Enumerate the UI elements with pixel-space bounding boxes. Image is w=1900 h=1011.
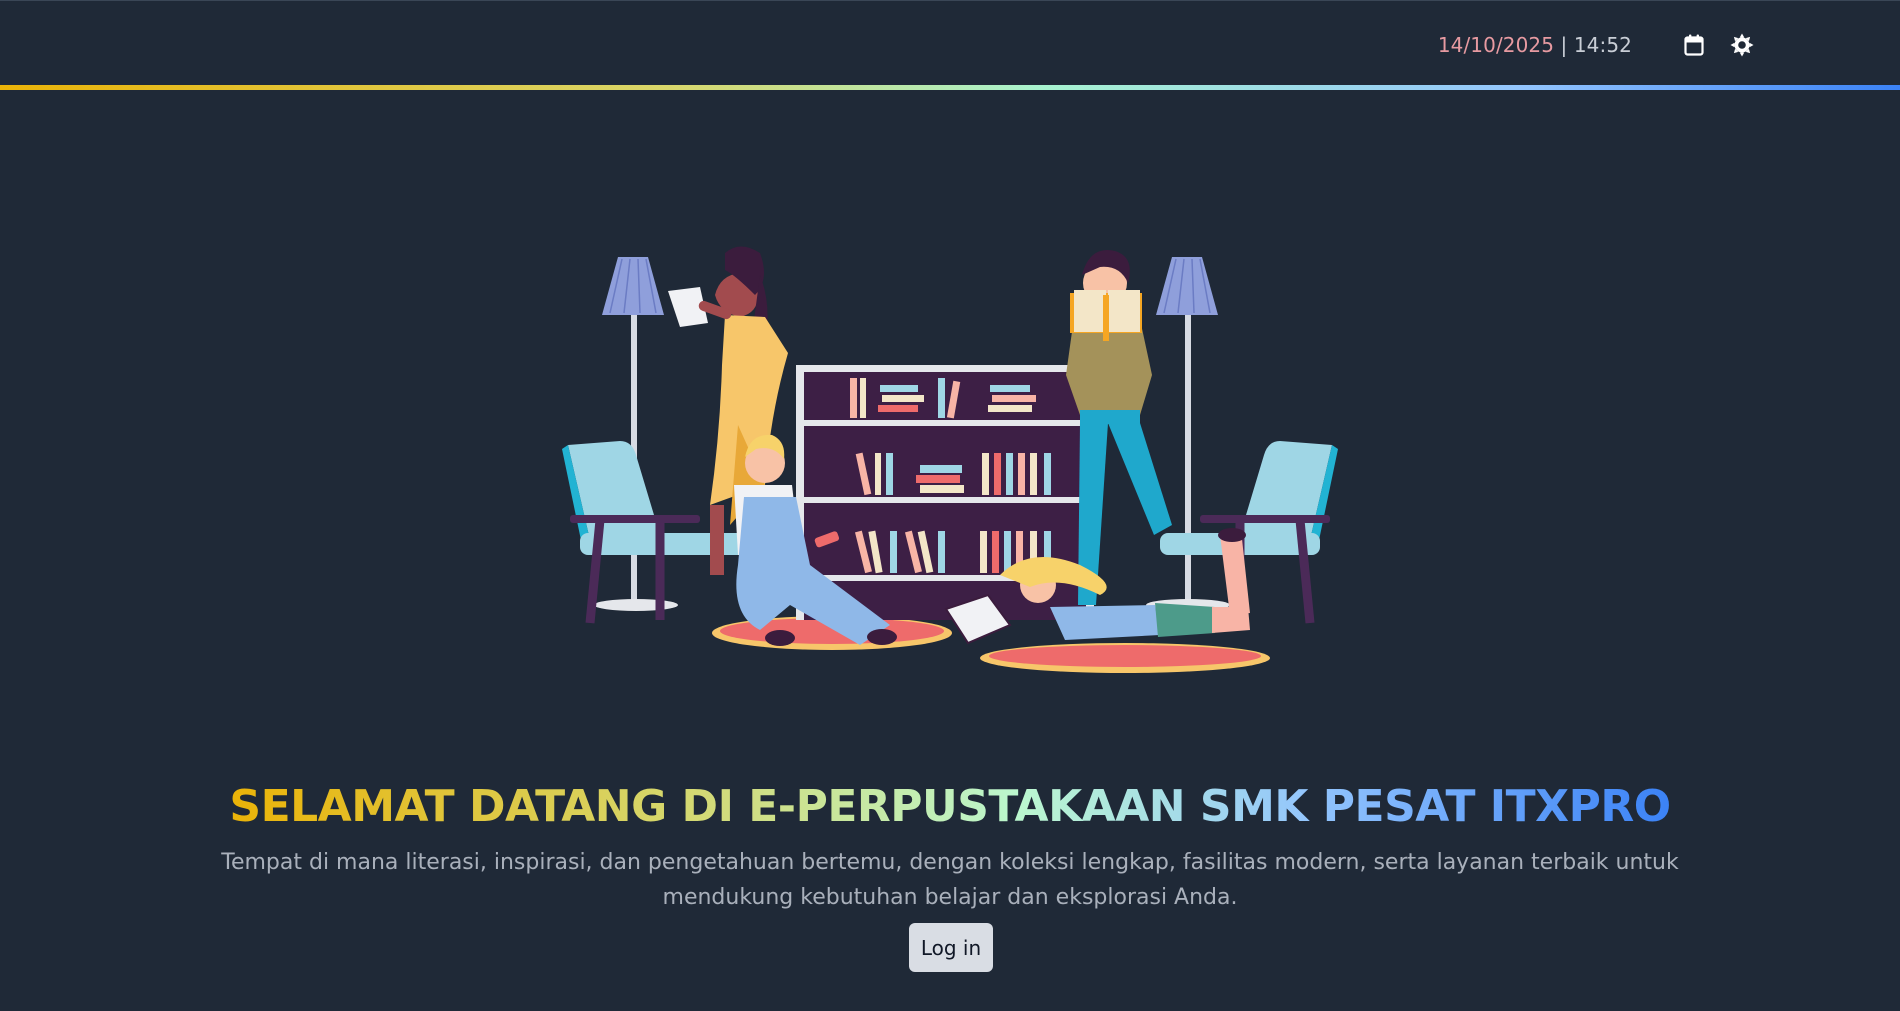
calendar-button[interactable] bbox=[1680, 31, 1708, 59]
theme-toggle-button[interactable] bbox=[1728, 31, 1756, 59]
datetime-separator: | bbox=[1554, 33, 1574, 57]
header-gradient-divider bbox=[0, 85, 1900, 90]
login-button[interactable]: Log in bbox=[909, 923, 993, 972]
top-navbar: 14/10/2025 | 14:52 bbox=[0, 0, 1900, 86]
welcome-title: SELAMAT DATANG DI E-PERPUSTAKAAN SMK PES… bbox=[229, 781, 1671, 833]
time-text: 14:52 bbox=[1573, 33, 1632, 57]
calendar-icon bbox=[1684, 34, 1704, 56]
sun-icon bbox=[1730, 33, 1754, 57]
datetime-display: 14/10/2025 | 14:52 bbox=[1438, 33, 1632, 57]
header-tools: 14/10/2025 | 14:52 bbox=[1438, 31, 1756, 59]
date-text: 14/10/2025 bbox=[1437, 33, 1555, 57]
welcome-subtitle: Tempat di mana literasi, inspirasi, dan … bbox=[221, 850, 1679, 910]
library-illustration bbox=[562, 246, 1338, 673]
